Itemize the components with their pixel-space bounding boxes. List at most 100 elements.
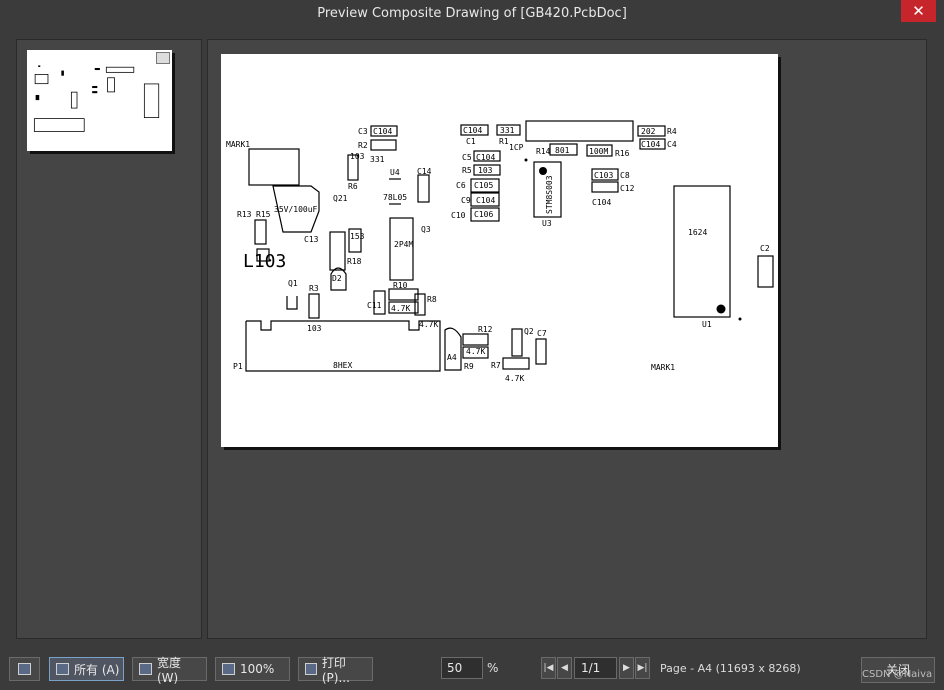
label-c104-a: C104 bbox=[373, 127, 392, 136]
label-c4: C4 bbox=[667, 140, 677, 149]
label-r18: R18 bbox=[347, 257, 362, 266]
label-4-7k-c: 4.7K bbox=[466, 347, 485, 356]
fit-all-label: 所有 (A) bbox=[74, 662, 120, 677]
label-c104-b: C104 bbox=[463, 126, 482, 135]
part-2p4m bbox=[389, 217, 414, 281]
label-331-a: 331 bbox=[370, 155, 385, 164]
label-q1: Q1 bbox=[288, 279, 298, 288]
thumbnail-icon bbox=[18, 663, 31, 675]
label-r2: R2 bbox=[358, 141, 368, 150]
label-1624: 1624 bbox=[688, 228, 707, 237]
print-label: 打印 (P)... bbox=[321, 655, 350, 685]
thumbnail-panel bbox=[16, 39, 202, 639]
label-r12: R12 bbox=[478, 325, 493, 334]
label-q21: Q21 bbox=[333, 194, 348, 203]
label-r7: R7 bbox=[491, 361, 501, 370]
watermark: CSDN @Naiva bbox=[862, 669, 933, 680]
next-page-icon[interactable]: ▶ bbox=[619, 657, 634, 679]
label-c9: C9 bbox=[461, 196, 471, 205]
page-preview[interactable]: MARK1 MARK1 C3 C104 R2 331 103 R6 U4 C14… bbox=[221, 54, 778, 447]
label-a4: A4 bbox=[447, 353, 457, 362]
print-button[interactable]: 打印 (P)... bbox=[298, 656, 373, 685]
last-page-icon[interactable]: ▶| bbox=[635, 657, 650, 679]
label-c2: C2 bbox=[760, 244, 770, 253]
label-4-7k-b: 4.7K bbox=[419, 320, 438, 329]
label-c8: C8 bbox=[620, 171, 630, 180]
label-1cp: 1CP bbox=[509, 143, 524, 152]
label-78l05: 78L05 bbox=[383, 193, 407, 202]
header-top bbox=[525, 120, 634, 142]
window-title: Preview Composite Drawing of [GB420.PcbD… bbox=[317, 6, 627, 21]
pcb-drawing: MARK1 MARK1 C3 C104 R2 331 103 R6 U4 C14… bbox=[226, 120, 774, 383]
label-r10: R10 bbox=[393, 281, 408, 290]
label-331-c: 331 bbox=[500, 126, 515, 135]
label-c103: C103 bbox=[594, 171, 613, 180]
label-p1: P1 bbox=[233, 362, 243, 371]
label-r8: R8 bbox=[427, 295, 437, 304]
cap-box bbox=[248, 148, 300, 186]
label-r1: R1 bbox=[499, 137, 509, 146]
label-35v: 35V/100uF bbox=[274, 205, 318, 214]
first-page-icon[interactable]: |◀ bbox=[541, 657, 556, 679]
page-thumbnail[interactable] bbox=[27, 50, 172, 151]
zoom-input[interactable]: 50 bbox=[441, 657, 483, 679]
label-r5: R5 bbox=[462, 166, 472, 175]
label-u1: U1 bbox=[702, 320, 712, 329]
label-c104-f: C104 bbox=[592, 198, 611, 207]
label-c7: C7 bbox=[537, 329, 547, 338]
label-r15: R15 bbox=[256, 210, 271, 219]
fit-width-label: 宽度 (W) bbox=[156, 655, 181, 685]
label-r16: R16 bbox=[615, 149, 630, 158]
zoom-icon bbox=[222, 663, 235, 675]
label-c14: C14 bbox=[417, 167, 432, 176]
label-q3: Q3 bbox=[421, 225, 431, 234]
label-c6: C6 bbox=[456, 181, 466, 190]
label-d2: D2 bbox=[332, 274, 342, 283]
fit-width-button[interactable]: 宽度 (W) bbox=[132, 656, 207, 685]
label-c12: C12 bbox=[620, 184, 635, 193]
label-4-7k-d: 4.7K bbox=[505, 374, 524, 383]
printer-icon bbox=[305, 663, 317, 675]
label-stm: STM8S003 bbox=[545, 175, 554, 214]
printer-icon bbox=[156, 52, 170, 64]
label-r13: R13 bbox=[237, 210, 252, 219]
page-icon bbox=[56, 663, 69, 675]
label-103-c: 103 bbox=[478, 166, 493, 175]
label-mark1: MARK1 bbox=[226, 140, 250, 149]
label-202: 202 bbox=[641, 127, 656, 136]
label-q2: Q2 bbox=[524, 327, 534, 336]
label-c104-d: C104 bbox=[476, 196, 495, 205]
label-c11: C11 bbox=[367, 301, 382, 310]
label-2p4m: 2P4M bbox=[394, 240, 413, 249]
label-103-b: 103 bbox=[307, 324, 322, 333]
title-bar: Preview Composite Drawing of [GB420.PcbD… bbox=[0, 0, 944, 28]
label-l103: L103 bbox=[243, 251, 286, 272]
label-c104-c: C104 bbox=[476, 153, 495, 162]
label-mark1-b: MARK1 bbox=[651, 363, 675, 372]
label-153: 153 bbox=[350, 232, 365, 241]
label-c105: C105 bbox=[474, 181, 493, 190]
label-r6: R6 bbox=[348, 182, 358, 191]
label-801: 801 bbox=[555, 146, 570, 155]
label-103-r6: 103 bbox=[350, 152, 365, 161]
label-8hex: 8HEX bbox=[333, 361, 352, 370]
label-r14: R14 bbox=[536, 147, 551, 156]
zoom-100-button[interactable]: 100% bbox=[215, 657, 290, 681]
label-u3: U3 bbox=[542, 219, 552, 228]
label-c5: C5 bbox=[462, 153, 472, 162]
toggle-thumbnail-button[interactable] bbox=[9, 657, 40, 681]
prev-page-icon[interactable]: ◀ bbox=[557, 657, 572, 679]
bottom-toolbar: 所有 (A) 宽度 (W) 100% 打印 (P)... 50 % |◀ ◀ 1… bbox=[0, 650, 944, 690]
label-c104-e: C104 bbox=[641, 140, 660, 149]
width-icon bbox=[139, 663, 152, 675]
page-input[interactable]: 1/1 bbox=[574, 657, 617, 679]
label-4-7k-a: 4.7K bbox=[391, 304, 410, 313]
label-r3: R3 bbox=[309, 284, 319, 293]
label-u4: U4 bbox=[390, 168, 400, 177]
chip-u1 bbox=[673, 185, 731, 318]
preview-panel: MARK1 MARK1 C3 C104 R2 331 103 R6 U4 C14… bbox=[207, 39, 927, 639]
label-c106: C106 bbox=[474, 210, 493, 219]
label-c13: C13 bbox=[304, 235, 319, 244]
close-icon[interactable]: ✕ bbox=[901, 0, 936, 22]
fit-all-button[interactable]: 所有 (A) bbox=[49, 657, 124, 681]
